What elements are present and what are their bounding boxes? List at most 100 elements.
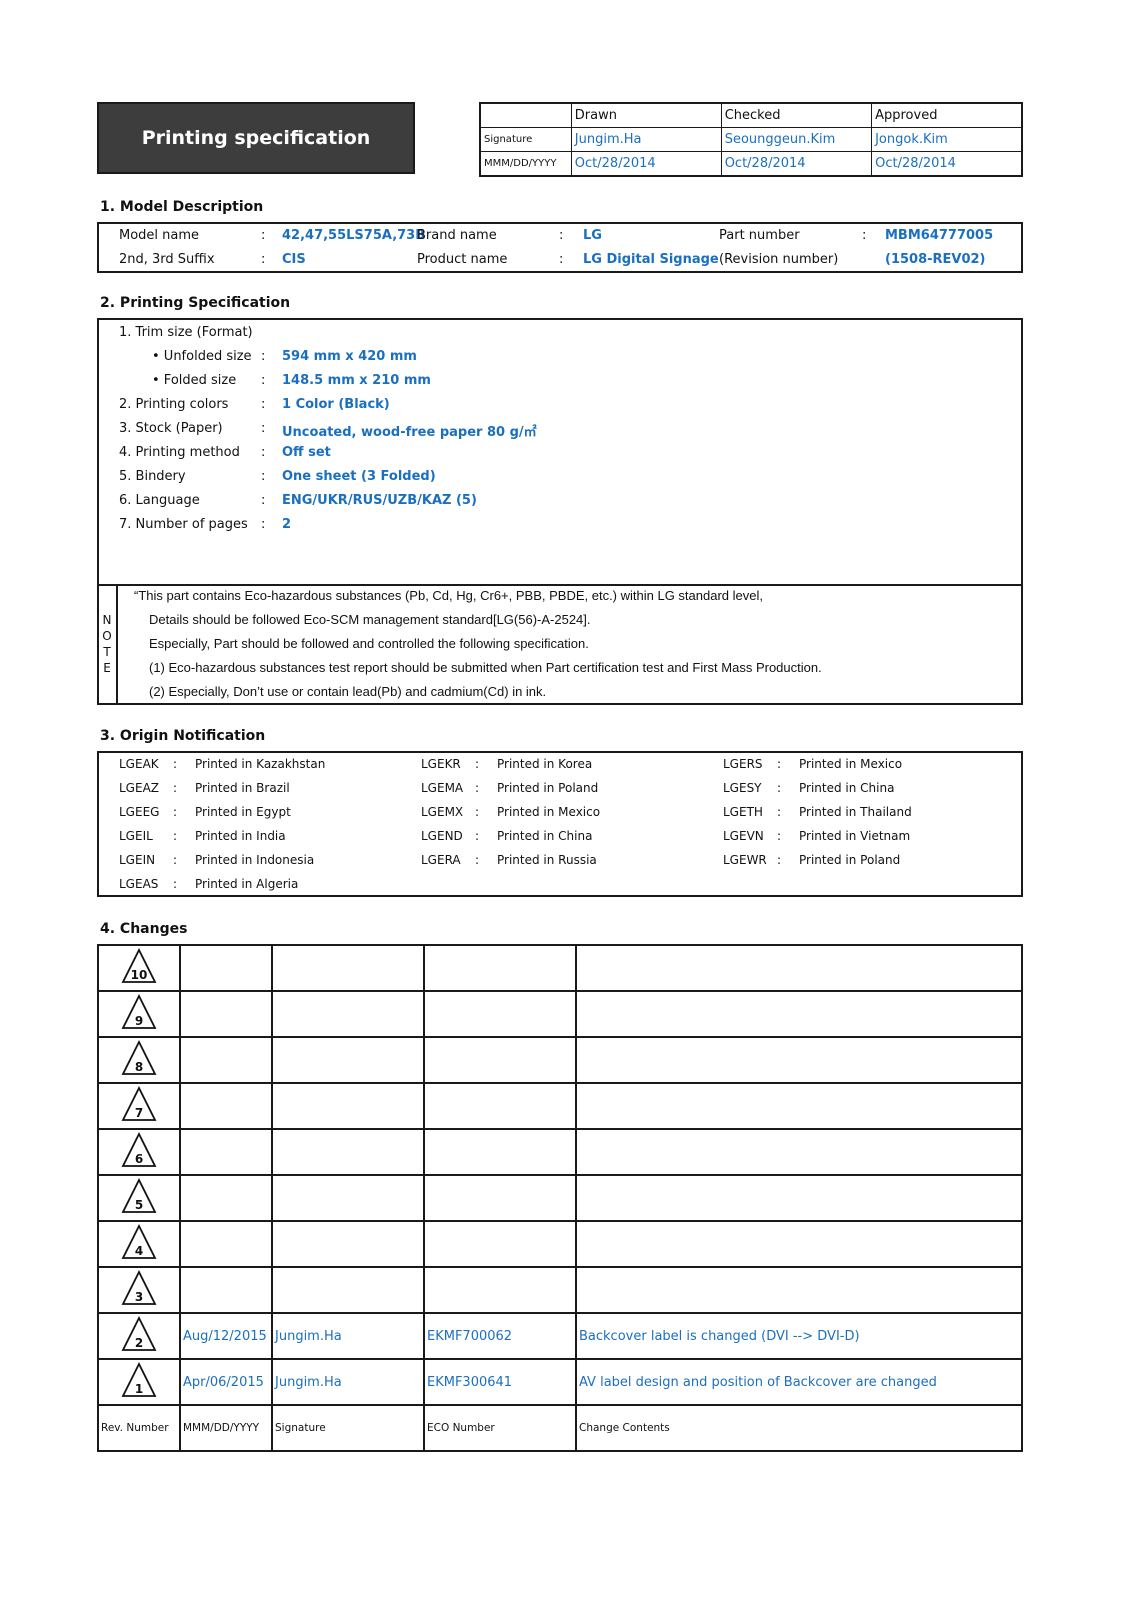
product-name-label: Product name <box>417 252 508 267</box>
colon: : <box>777 781 782 795</box>
rev-number-cell: 1 <box>97 1358 181 1406</box>
origin-text: Printed in China <box>497 829 593 843</box>
change-content-cell <box>575 990 1023 1038</box>
revision-triangle-icon: 7 <box>121 1085 157 1121</box>
colon: : <box>559 228 564 243</box>
colon: : <box>261 349 266 364</box>
colon: : <box>173 877 178 891</box>
change-content-cell <box>575 1266 1023 1314</box>
page-title: Printing specification <box>141 127 371 149</box>
revision-number: 9 <box>135 1014 143 1028</box>
origin-text: Printed in Russia <box>497 853 597 867</box>
spec-label: 6. Language <box>119 493 200 508</box>
change-signature-cell <box>271 1220 425 1268</box>
origin-text: Printed in Algeria <box>195 877 299 891</box>
change-eco-cell <box>423 1220 577 1268</box>
origin-code: LGERA <box>421 853 461 867</box>
colon: : <box>559 252 564 267</box>
colon: : <box>777 805 782 819</box>
rev-number-cell: 8 <box>97 1036 181 1084</box>
change-content-cell: AV label design and position of Backcove… <box>575 1358 1023 1406</box>
change-content-cell <box>575 1036 1023 1084</box>
changes-table: 10 9 8 7 6 5 4 3 2 Aug/12/2015 Jungim.Ha EKMF700062… <box>97 944 1023 1452</box>
change-signature-cell <box>271 1036 425 1084</box>
spec-label: • Unfolded size <box>152 349 252 364</box>
origin-text: Printed in Poland <box>799 853 901 867</box>
change-content-cell <box>575 1128 1023 1176</box>
revision-triangle-icon: 10 <box>121 947 157 983</box>
change-date-cell <box>179 1128 273 1176</box>
colon: : <box>173 757 178 771</box>
drawn-signature: Jungim.Ha <box>570 127 722 152</box>
revision-number: 10 <box>131 968 148 982</box>
colon: : <box>173 829 178 843</box>
change-row: 10 <box>97 944 1023 992</box>
change-eco-cell: EKMF700062 <box>423 1312 577 1360</box>
revision-triangle-icon: 6 <box>121 1131 157 1167</box>
origin-code: LGERS <box>723 757 763 771</box>
colon: : <box>261 421 266 436</box>
origin-code: LGEIN <box>119 853 156 867</box>
origin-code: LGEKR <box>421 757 461 771</box>
change-signature-cell <box>271 1266 425 1314</box>
revision-triangle-icon: 2 <box>121 1315 157 1351</box>
spec-value: One sheet (3 Folded) <box>282 469 436 484</box>
origin-code: LGEIL <box>119 829 153 843</box>
change-content-cell <box>575 1174 1023 1222</box>
approval-corner <box>479 102 572 128</box>
origin-text: Printed in Indonesia <box>195 853 315 867</box>
change-row: 6 <box>97 1128 1023 1176</box>
origin-code: LGEAK <box>119 757 159 771</box>
note-letter: O <box>102 629 112 643</box>
change-eco-cell <box>423 1266 577 1314</box>
change-row: 9 <box>97 990 1023 1038</box>
colon: : <box>862 228 867 243</box>
change-date-cell <box>179 1220 273 1268</box>
origin-text: Printed in Mexico <box>799 757 903 771</box>
change-date-cell <box>179 1174 273 1222</box>
colon: : <box>475 781 480 795</box>
revision-triangle-icon: 8 <box>121 1039 157 1075</box>
revision-number: 4 <box>135 1244 143 1258</box>
spec-label: 5. Bindery <box>119 469 186 484</box>
spec-value: ENG/UKR/RUS/UZB/KAZ (5) <box>282 493 477 508</box>
note-divider <box>99 584 1021 586</box>
change-row: 3 <box>97 1266 1023 1314</box>
section-title-model: 1. Model Description <box>100 199 264 215</box>
approval-header-checked: Checked <box>720 102 873 128</box>
note-line: (1) Eco-hazardous substances test report… <box>149 660 822 675</box>
revision-number-value: (1508-REV02) <box>885 252 986 267</box>
spec-label: 2. Printing colors <box>119 397 229 412</box>
change-date-cell <box>179 944 273 992</box>
change-row: 1 Apr/06/2015 Jungim.Ha EKMF300641 AV label … <box>97 1358 1023 1406</box>
brand-name-value: LG <box>583 228 602 243</box>
colon: : <box>261 469 266 484</box>
origin-code: LGEVN <box>723 829 764 843</box>
origin-code: LGETH <box>723 805 763 819</box>
drawn-date: Oct/28/2014 <box>570 151 722 177</box>
note-line: (2) Especially, Don’t use or contain lea… <box>149 684 547 699</box>
rev-number-cell: 5 <box>97 1174 181 1222</box>
approval-header-approved: Approved <box>871 102 1023 128</box>
origin-text: Printed in Brazil <box>195 781 290 795</box>
trim-size-label: 1. Trim size (Format) <box>119 325 253 340</box>
change-eco-cell: EKMF300641 <box>423 1358 577 1406</box>
colon: : <box>173 781 178 795</box>
colon: : <box>475 853 480 867</box>
colon: : <box>475 829 480 843</box>
origin-code: LGESY <box>723 781 762 795</box>
section-title-printing: 2. Printing Specification <box>100 295 291 311</box>
revision-number: 7 <box>135 1106 143 1120</box>
change-signature-cell <box>271 1128 425 1176</box>
spec-label: 7. Number of pages <box>119 517 248 532</box>
origin-code: LGEND <box>421 829 463 843</box>
changes-footer-label: Signature <box>271 1404 425 1452</box>
rev-number-cell: 4 <box>97 1220 181 1268</box>
checked-date: Oct/28/2014 <box>720 151 873 177</box>
change-content-cell: Backcover label is changed (DVI --> DVI-… <box>575 1312 1023 1360</box>
change-row: 7 <box>97 1082 1023 1130</box>
colon: : <box>173 805 178 819</box>
printing-spec-box: 1. Trim size (Format) • Unfolded size: 59… <box>97 318 1023 705</box>
change-content-cell <box>575 1220 1023 1268</box>
note-line: Details should be followed Eco-SCM manag… <box>149 612 591 627</box>
